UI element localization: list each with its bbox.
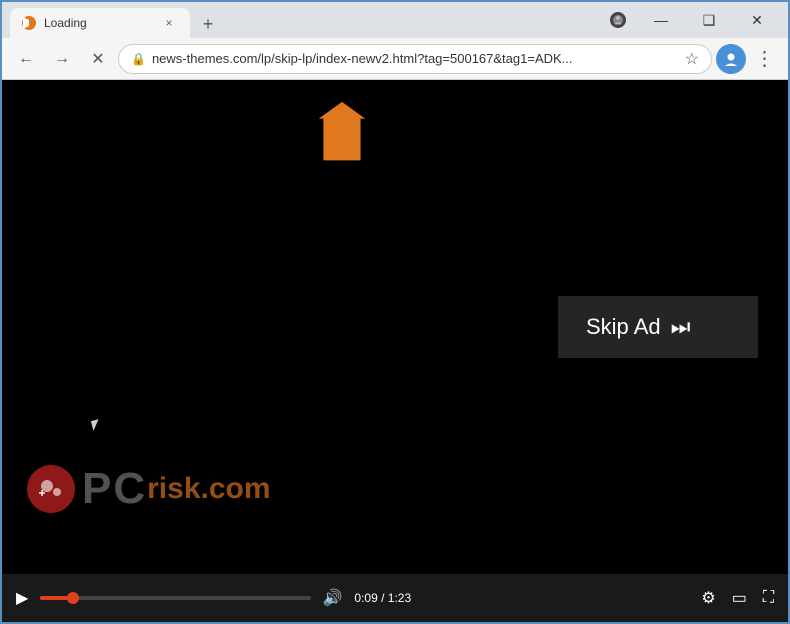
- watermark: PC risk.com: [22, 464, 271, 514]
- close-button[interactable]: ✕: [734, 5, 780, 35]
- menu-button[interactable]: ⋮: [748, 43, 780, 75]
- progress-bar[interactable]: [40, 596, 310, 600]
- video-area: Skip Ad ⏭ PC risk.com ▶: [2, 80, 788, 622]
- skip-ad-button[interactable]: Skip Ad ⏭: [558, 296, 758, 358]
- title-bar: Loading × + — ❑ ✕: [2, 2, 788, 38]
- video-content: Skip Ad ⏭ PC risk.com: [2, 80, 788, 574]
- progress-dot: [67, 592, 79, 604]
- volume-button[interactable]: 🔊: [319, 584, 347, 612]
- watermark-domain: risk.com: [147, 472, 270, 506]
- security-lock-icon: 🔒: [131, 52, 146, 66]
- tab-strip: Loading × +: [10, 2, 592, 38]
- settings-button[interactable]: ⚙: [697, 584, 719, 612]
- bookmark-icon[interactable]: ☆: [685, 49, 699, 69]
- time-display: 0:09 / 1:23: [354, 591, 411, 605]
- play-button[interactable]: ▶: [12, 584, 32, 612]
- tab-favicon: [22, 16, 36, 30]
- active-tab[interactable]: Loading ×: [10, 8, 190, 38]
- time-separator: /: [381, 591, 388, 605]
- orange-arrow-indicator: [312, 100, 372, 165]
- fullscreen-button[interactable]: ⛶: [759, 585, 778, 611]
- watermark-pc-text: PC: [82, 464, 147, 514]
- address-bar[interactable]: 🔒 news-themes.com/lp/skip-lp/index-newv2…: [118, 44, 712, 74]
- url-text: news-themes.com/lp/skip-lp/index-newv2.h…: [152, 51, 679, 66]
- skip-ad-label: Skip Ad: [586, 314, 661, 340]
- profile-button[interactable]: [716, 44, 746, 74]
- total-time: 1:23: [388, 591, 411, 605]
- browser-window: Loading × + — ❑ ✕ ← → ✕ 🔒: [0, 0, 790, 624]
- tab-close-button[interactable]: ×: [160, 14, 178, 32]
- watermark-logo: [22, 464, 80, 514]
- new-tab-button[interactable]: +: [194, 10, 222, 38]
- video-controls-bar: ▶ 🔊 0:09 / 1:23 ⚙ ▭ ⛶: [2, 574, 788, 622]
- forward-button[interactable]: →: [46, 43, 78, 75]
- skip-ad-icon: ⏭: [671, 314, 691, 340]
- window-controls: — ❑ ✕: [600, 5, 780, 35]
- shield-icon[interactable]: [600, 5, 636, 35]
- nav-right-controls: ⋮: [716, 43, 780, 75]
- navigation-bar: ← → ✕ 🔒 news-themes.com/lp/skip-lp/index…: [2, 38, 788, 80]
- restore-button[interactable]: ❑: [686, 5, 732, 35]
- right-controls: ⚙ ▭ ⛶: [697, 584, 778, 612]
- back-button[interactable]: ←: [10, 43, 42, 75]
- minimize-button[interactable]: —: [638, 5, 684, 35]
- current-time: 0:09: [354, 591, 377, 605]
- tab-title: Loading: [44, 16, 152, 30]
- miniplayer-button[interactable]: ▭: [728, 584, 751, 612]
- reload-stop-button[interactable]: ✕: [82, 43, 114, 75]
